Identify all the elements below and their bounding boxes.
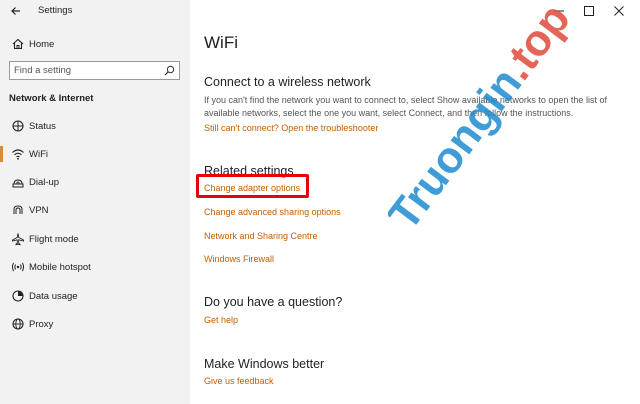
search-field[interactable] — [9, 61, 180, 80]
sidebar-item-proxy[interactable]: Proxy — [0, 312, 190, 336]
sidebar-item-home[interactable]: Home — [0, 32, 190, 56]
sidebar-item-label: Flight mode — [29, 233, 79, 245]
dialup-icon — [12, 179, 24, 188]
sidebar-item-label: Proxy — [29, 318, 54, 330]
window-title: Settings — [38, 5, 73, 16]
hotspot-icon — [12, 262, 24, 272]
data-usage-icon — [12, 290, 24, 302]
main-content: WiFi Connect to a wireless network If yo… — [190, 0, 640, 404]
sidebar-item-label: Mobile hotspot — [29, 261, 91, 273]
sidebar-item-flight-mode[interactable]: Flight mode — [0, 227, 190, 251]
sidebar-item-dialup[interactable]: Dial-up — [0, 170, 190, 194]
sidebar-item-vpn[interactable]: VPN — [0, 198, 190, 222]
airplane-icon — [12, 233, 24, 246]
advanced-sharing-options-link[interactable]: Change advanced sharing options — [204, 207, 341, 217]
feedback-link[interactable]: Give us feedback — [204, 376, 274, 386]
sidebar-item-label: Data usage — [29, 290, 78, 302]
troubleshooter-link[interactable]: Still can't connect? Open the troublesho… — [204, 123, 378, 133]
search-input[interactable] — [14, 63, 154, 78]
connect-heading: Connect to a wireless network — [204, 75, 371, 89]
sidebar-item-home-label: Home — [29, 38, 55, 50]
make-windows-better-heading: Make Windows better — [204, 357, 325, 371]
highlight-box — [196, 174, 309, 198]
connect-description: If you can't find the network you want t… — [204, 95, 607, 118]
search-icon[interactable] — [164, 65, 175, 76]
network-sharing-centre-link[interactable]: Network and Sharing Centre — [204, 231, 318, 241]
wifi-icon — [12, 149, 24, 160]
sidebar: Home Network & Internet Status WiFi — [0, 0, 190, 404]
sidebar-item-label: Dial-up — [29, 176, 60, 188]
sidebar-item-data-usage[interactable]: Data usage — [0, 284, 190, 308]
sidebar-item-mobile-hotspot[interactable]: Mobile hotspot — [0, 255, 190, 279]
sidebar-section-title: Network & Internet — [9, 93, 94, 104]
page-title: WiFi — [204, 33, 238, 52]
vpn-icon — [13, 205, 23, 214]
sidebar-item-label: WiFi — [29, 148, 48, 160]
home-icon — [12, 38, 24, 50]
sidebar-item-wifi[interactable]: WiFi — [0, 142, 190, 166]
sidebar-item-label: Status — [29, 120, 56, 132]
sidebar-item-status[interactable]: Status — [0, 114, 190, 138]
status-icon — [12, 120, 24, 132]
question-heading: Do you have a question? — [204, 295, 343, 309]
back-arrow-icon[interactable] — [8, 3, 24, 19]
get-help-link[interactable]: Get help — [204, 315, 238, 325]
sidebar-item-label: VPN — [29, 204, 49, 216]
globe-icon — [12, 318, 24, 330]
windows-firewall-link[interactable]: Windows Firewall — [204, 254, 274, 264]
